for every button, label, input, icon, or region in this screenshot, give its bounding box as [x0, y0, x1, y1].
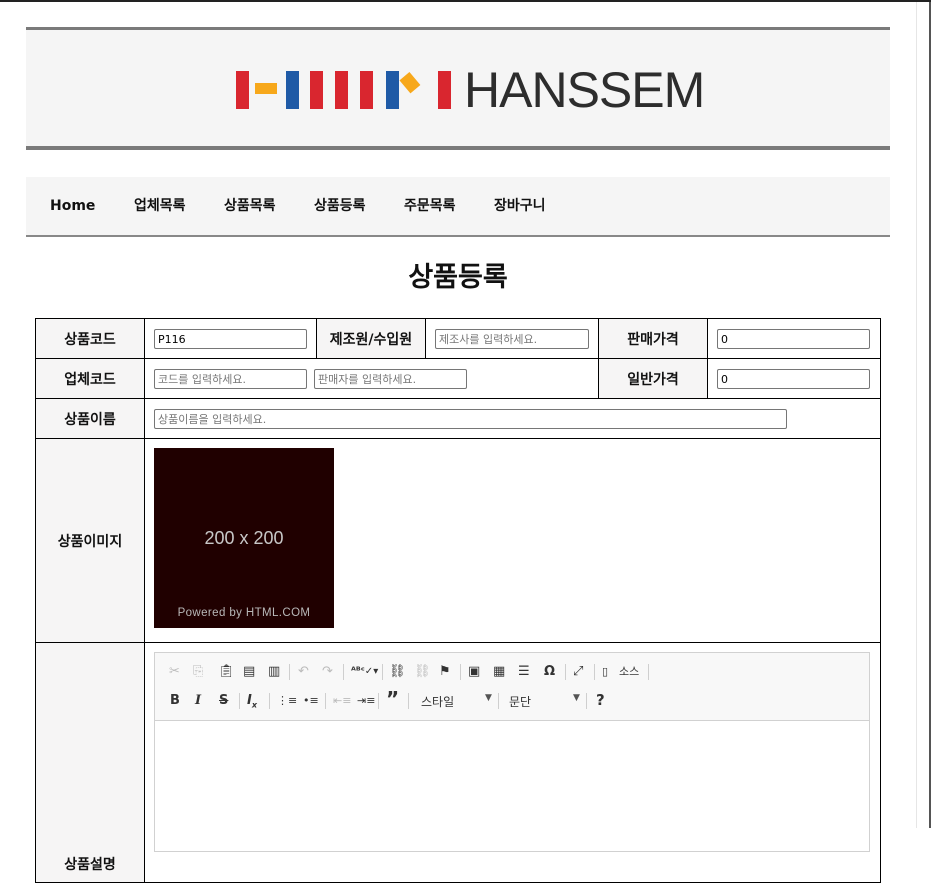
- main-nav: Home 업체목록 상품목록 상품등록 주문목록 장바구니: [26, 177, 890, 237]
- link-icon[interactable]: ⛓: [389, 664, 406, 680]
- manufacturer-label: 제조원/수입원: [316, 318, 426, 359]
- format-combo[interactable]: 문단 ▼: [509, 693, 581, 710]
- toolbar-separator: [378, 693, 379, 709]
- vendor-code-cell: [144, 358, 599, 399]
- nav-product-list[interactable]: 상품목록: [224, 197, 276, 215]
- page-title: 상품등록: [408, 262, 508, 293]
- sale-price-label: 판매가격: [598, 318, 708, 359]
- nav-vendor-list[interactable]: 업체목록: [134, 197, 186, 215]
- toolbar-separator: [586, 693, 587, 709]
- special-char-icon[interactable]: Ω: [544, 664, 555, 680]
- vendor-code-label: 업체코드: [35, 358, 145, 399]
- logo-wordmark: HANSSEM: [464, 62, 705, 118]
- paste-text-icon[interactable]: ▤: [243, 664, 255, 680]
- description-label: 상품설명: [35, 642, 145, 883]
- product-name-cell: [144, 398, 881, 439]
- chevron-down-icon: ▼: [485, 693, 492, 703]
- cut-icon[interactable]: ✂: [169, 664, 180, 680]
- maximize-icon[interactable]: ⤢: [573, 664, 583, 680]
- hanssem-logo[interactable]: HANSSEM: [236, 62, 705, 118]
- product-image-placeholder[interactable]: 200 x 200 Powered by HTML.COM: [154, 448, 334, 628]
- regular-price-label: 일반가격: [598, 358, 708, 399]
- product-image-label: 상품이미지: [35, 438, 145, 643]
- toolbar-separator: [460, 664, 461, 680]
- format-combo-label: 문단: [509, 695, 532, 709]
- bold-icon[interactable]: B: [170, 693, 180, 709]
- toolbar-separator: [565, 664, 566, 680]
- product-image-cell: 200 x 200 Powered by HTML.COM: [144, 438, 881, 643]
- regular-price-input[interactable]: [717, 369, 870, 389]
- unlink-icon[interactable]: ⛓: [414, 664, 431, 680]
- style-combo-label: 스타일: [421, 695, 455, 709]
- strike-icon[interactable]: S: [219, 693, 228, 709]
- vendor-code-input[interactable]: [154, 369, 307, 389]
- description-cell: ✂ ⎘ 📋︎ ▤ ▥ ↶ ↷ ᴬᴮᶜ✓▾ ⛓ ⛓ ⚑ ▣ ▦ ☰ Ω ⤢ ▯ 소…: [144, 642, 881, 883]
- redo-icon[interactable]: ↷: [322, 664, 333, 680]
- blockquote-icon[interactable]: ”: [386, 689, 399, 709]
- copy-icon[interactable]: ⎘: [193, 664, 203, 680]
- nav-home[interactable]: Home: [50, 197, 95, 215]
- product-name-label: 상품이름: [35, 398, 145, 439]
- rich-text-editor: ✂ ⎘ 📋︎ ▤ ▥ ↶ ↷ ᴬᴮᶜ✓▾ ⛓ ⛓ ⚑ ▣ ▦ ☰ Ω ⤢ ▯ 소…: [154, 652, 870, 852]
- toolbar-separator: [648, 664, 649, 680]
- source-icon[interactable]: ▯: [602, 664, 608, 680]
- indent-icon[interactable]: ⇥≡: [357, 693, 375, 709]
- product-code-cell: [144, 318, 317, 359]
- numbered-list-icon[interactable]: ⋮≡: [277, 693, 297, 709]
- site-header: HANSSEM: [26, 27, 890, 150]
- table-icon[interactable]: ▦: [493, 664, 505, 680]
- remove-format-icon[interactable]: Ix: [247, 693, 257, 714]
- manufacturer-input[interactable]: [435, 329, 589, 349]
- anchor-icon[interactable]: ⚑: [439, 664, 451, 680]
- toolbar-separator: [289, 664, 290, 680]
- sale-price-input[interactable]: [717, 329, 870, 349]
- toolbar-separator: [594, 664, 595, 680]
- logo-bars-icon: [236, 71, 451, 109]
- toolbar-separator: [269, 693, 270, 709]
- nav-order-list[interactable]: 주문목록: [404, 197, 456, 215]
- product-name-input[interactable]: [154, 409, 787, 429]
- toolbar-separator: [325, 693, 326, 709]
- toolbar-separator: [498, 693, 499, 709]
- bulleted-list-icon[interactable]: •≡: [303, 693, 319, 709]
- source-button-label[interactable]: 소스: [619, 664, 639, 680]
- regular-price-cell: [707, 358, 881, 399]
- outdent-icon[interactable]: ⇤≡: [333, 693, 351, 709]
- help-icon[interactable]: ?: [596, 692, 605, 708]
- editor-toolbar: ✂ ⎘ 📋︎ ▤ ▥ ↶ ↷ ᴬᴮᶜ✓▾ ⛓ ⛓ ⚑ ▣ ▦ ☰ Ω ⤢ ▯ 소…: [155, 653, 869, 721]
- seller-input[interactable]: [314, 369, 467, 389]
- toolbar-separator: [343, 664, 344, 680]
- manufacturer-cell: [425, 318, 599, 359]
- product-code-label: 상품코드: [35, 318, 145, 359]
- paste-icon[interactable]: 📋︎: [218, 664, 235, 680]
- undo-icon[interactable]: ↶: [298, 664, 309, 680]
- italic-icon[interactable]: I: [195, 693, 201, 709]
- product-code-input[interactable]: [154, 329, 307, 349]
- chevron-down-icon: ▼: [573, 693, 580, 703]
- toolbar-separator: [239, 693, 240, 709]
- spellcheck-icon[interactable]: ᴬᴮᶜ✓▾: [351, 664, 378, 680]
- editor-content-area[interactable]: [155, 721, 869, 853]
- image-icon[interactable]: ▣: [468, 664, 480, 680]
- style-combo[interactable]: 스타일 ▼: [421, 693, 493, 710]
- sale-price-cell: [707, 318, 881, 359]
- nav-cart[interactable]: 장바구니: [494, 197, 546, 215]
- product-form-table: 상품코드 제조원/수입원 판매가격 업체코드 일반가격 상품이름 상품이미지: [35, 318, 881, 883]
- paste-word-icon[interactable]: ▥: [268, 664, 280, 680]
- window-top-border: [0, 0, 931, 2]
- image-caption: Powered by HTML.COM: [177, 607, 311, 619]
- toolbar-separator: [408, 693, 409, 709]
- nav-product-register[interactable]: 상품등록: [314, 197, 366, 215]
- toolbar-separator: [382, 664, 383, 680]
- horizontal-rule-icon[interactable]: ☰: [518, 664, 530, 680]
- image-size-text: 200 x 200: [204, 528, 284, 548]
